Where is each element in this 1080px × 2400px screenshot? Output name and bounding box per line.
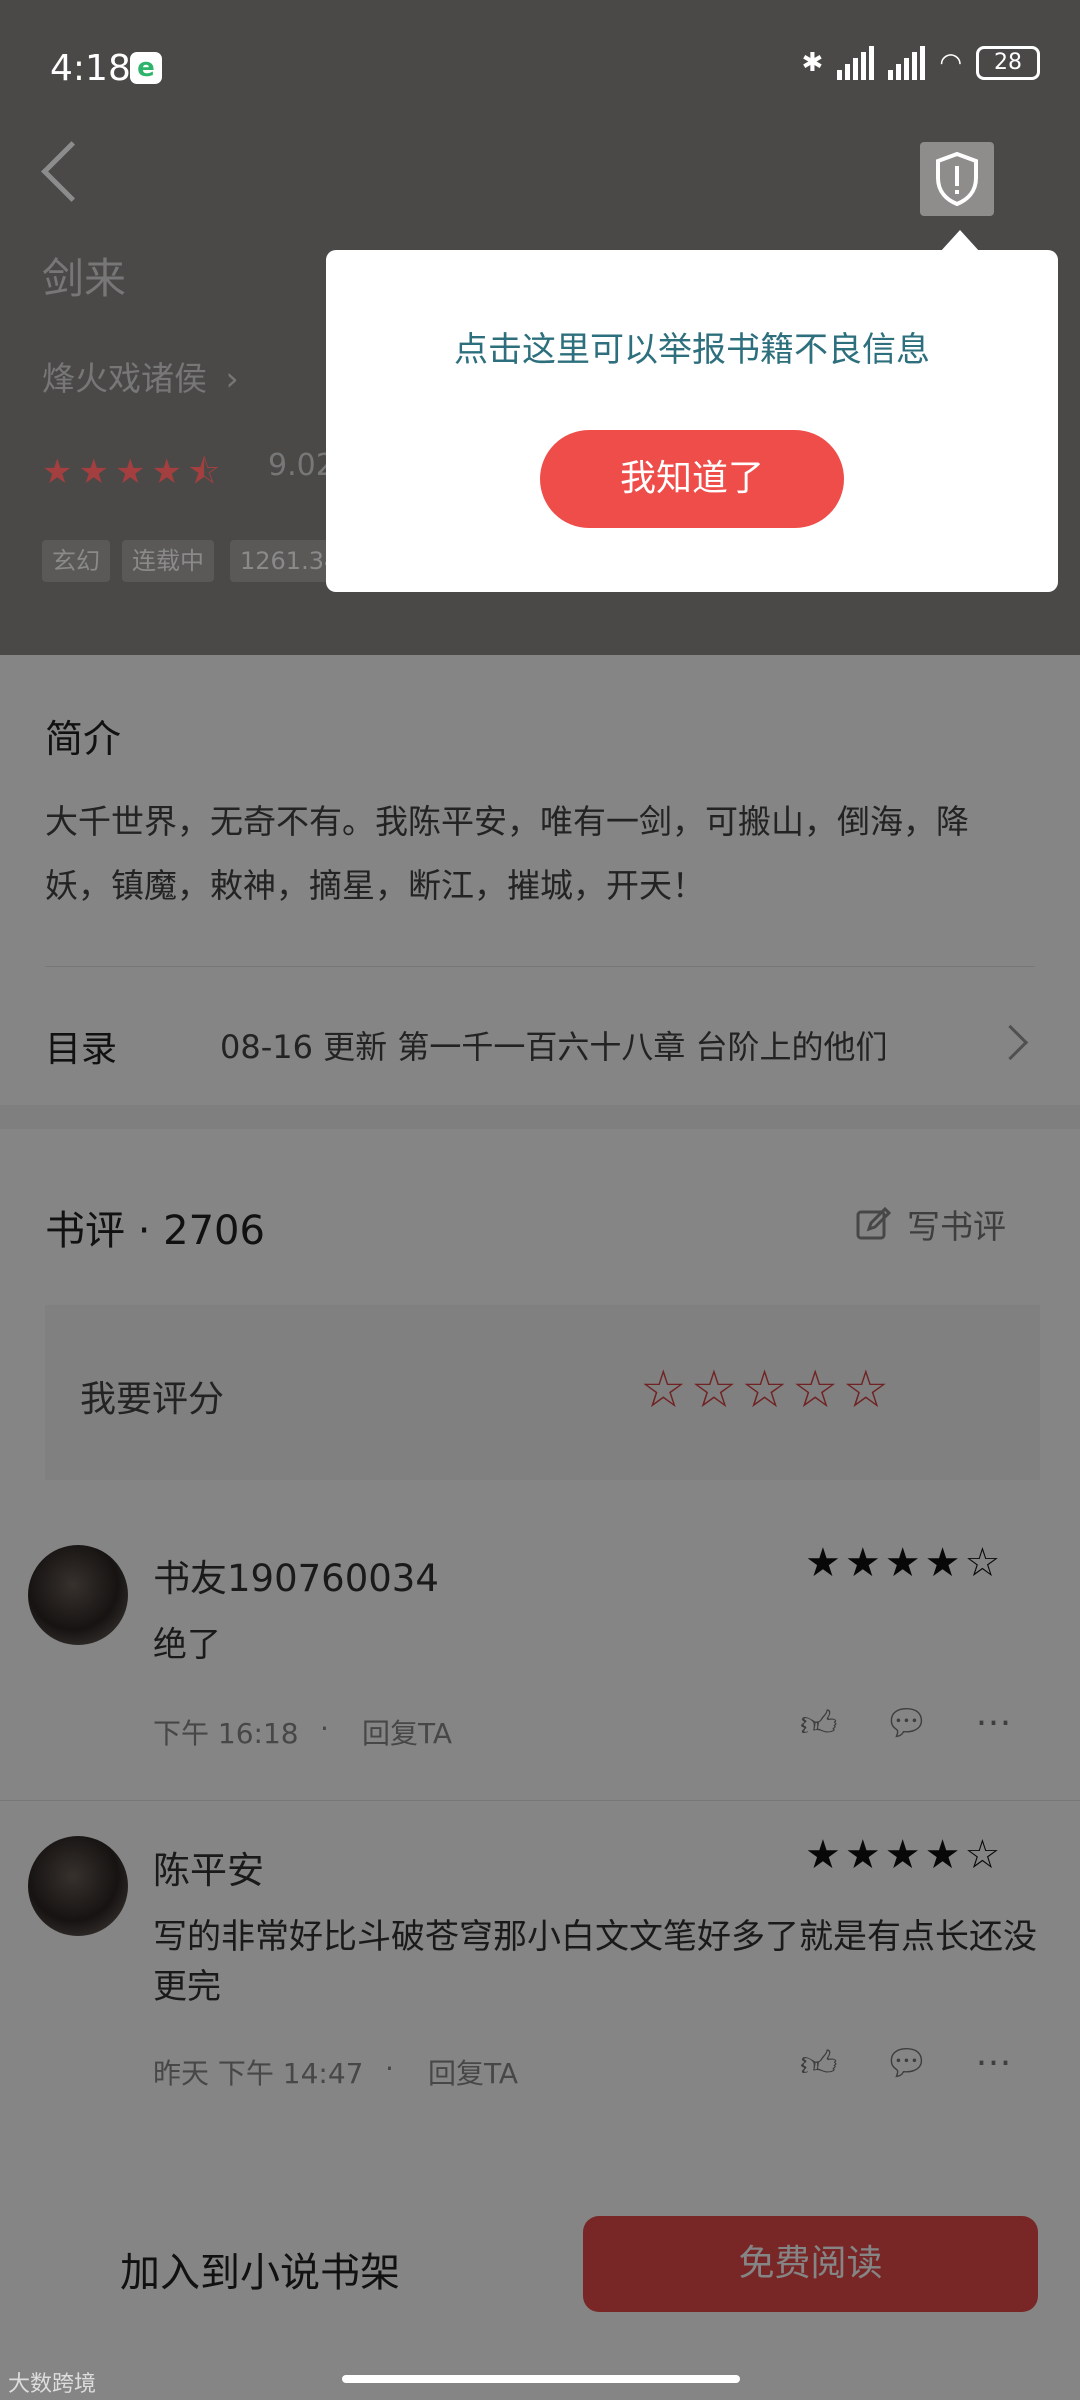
app-badge-icon: e <box>130 52 162 84</box>
cell-signal-2-icon <box>888 46 926 80</box>
report-shield-icon[interactable] <box>920 142 994 216</box>
home-indicator[interactable] <box>342 2375 740 2383</box>
wifi-icon: ◠ <box>939 48 962 78</box>
status-icons: ✱ ◠ 28 <box>802 46 1040 80</box>
rating-stars: ★★★★⯪ <box>42 452 227 492</box>
author-name: 烽火戏诸侯 <box>42 359 207 398</box>
tag-genre: 玄幻 <box>42 540 110 582</box>
modal-overlay[interactable] <box>0 655 1080 2400</box>
battery-icon: 28 <box>976 46 1040 80</box>
watermark: 大数跨境 <box>8 2372 97 2397</box>
status-bar: 4:18 e ✱ ◠ 28 <box>0 0 1080 130</box>
cell-signal-icon <box>837 46 875 80</box>
status-time: 4:18 <box>50 48 131 89</box>
rating-value: 9.02 <box>268 448 335 483</box>
bluetooth-icon: ✱ <box>801 48 824 78</box>
popup-message: 点击这里可以举报书籍不良信息 <box>454 330 930 370</box>
tag-status: 连载中 <box>122 540 214 582</box>
popup-pointer <box>940 230 980 252</box>
chevron-right-icon: › <box>225 359 239 398</box>
got-it-button[interactable]: 我知道了 <box>540 430 844 528</box>
report-tip-popup <box>326 250 1058 592</box>
book-author-link[interactable]: 烽火戏诸侯 › <box>42 352 239 400</box>
book-title: 剑来 <box>42 254 127 303</box>
